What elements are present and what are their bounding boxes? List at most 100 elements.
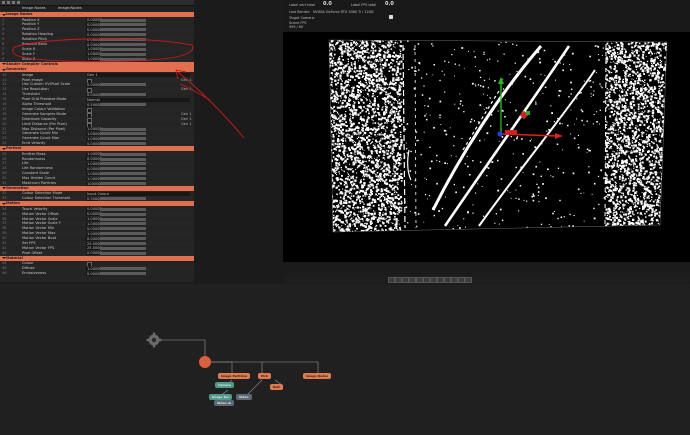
param-value-field[interactable]: 1.00000 [86, 221, 102, 226]
param-value-field[interactable]: 1.00000 [86, 161, 102, 166]
param-slider[interactable] [100, 246, 146, 250]
param-slider[interactable] [100, 227, 146, 231]
particle [368, 218, 370, 221]
particle [382, 83, 384, 85]
param-slider[interactable] [100, 177, 146, 181]
particle [373, 95, 375, 96]
param-value-field[interactable]: 1.00000 [86, 176, 102, 181]
section-header[interactable]: Material [0, 255, 194, 261]
particle [395, 60, 398, 63]
param-value-field[interactable]: 0.00000 [86, 207, 102, 212]
param-value-field[interactable]: 0.00000 [86, 166, 102, 171]
particle [378, 47, 380, 49]
particle [614, 151, 615, 153]
particle [642, 176, 645, 178]
particle [327, 70, 328, 71]
particle [332, 74, 333, 76]
chevron-down-icon[interactable] [1, 202, 6, 205]
param-slider[interactable] [100, 167, 146, 171]
particle [372, 78, 375, 81]
particle [653, 118, 656, 121]
particle [616, 111, 619, 114]
particle [362, 215, 364, 217]
particle [331, 160, 333, 162]
param-value-field[interactable]: 0.00000 [86, 226, 102, 231]
particle [636, 175, 638, 177]
param-value-field[interactable]: 1.00000 [86, 217, 102, 221]
particle [392, 140, 395, 143]
particle [348, 99, 350, 101]
particle [621, 109, 625, 112]
param-slider[interactable] [100, 182, 146, 185]
particle [357, 91, 360, 94]
particle [362, 89, 364, 91]
param-slider[interactable] [100, 237, 146, 241]
param-dropdown[interactable]: Input Colour [86, 191, 190, 196]
particle [398, 175, 401, 177]
particle [657, 176, 660, 180]
param-slider[interactable] [100, 232, 146, 236]
param-value-field[interactable]: 25.0000 [86, 241, 102, 246]
chevron-down-icon[interactable] [1, 187, 6, 190]
param-slider[interactable] [100, 217, 146, 221]
param-value-field[interactable]: 1.00000 [86, 266, 102, 271]
particle [644, 82, 646, 83]
param-row: 46 Emissiveness 0.00000 [0, 271, 194, 276]
param-value-field[interactable]: 1.00000 [86, 171, 102, 176]
particle [614, 156, 616, 159]
param-slider[interactable] [100, 251, 146, 255]
particle [381, 59, 384, 61]
particle [381, 228, 383, 230]
param-slider[interactable] [100, 162, 146, 166]
chevron-down-icon[interactable] [1, 257, 6, 260]
particle [387, 93, 390, 96]
particle [650, 181, 652, 183]
particle [631, 140, 633, 142]
particle [340, 87, 343, 90]
particle [614, 170, 617, 172]
param-value-field[interactable]: 100000 [86, 181, 101, 186]
particle [381, 145, 383, 147]
param-value-field[interactable]: 0.00000 [86, 212, 102, 217]
param-value-field[interactable]: 25.0000 [86, 246, 102, 251]
param-slider[interactable] [100, 267, 146, 271]
particle [664, 203, 667, 205]
particle [396, 143, 399, 146]
particle [328, 108, 329, 109]
param-slider[interactable] [100, 212, 146, 216]
particle [650, 86, 653, 89]
particle [389, 101, 391, 103]
param-slider[interactable] [100, 222, 146, 226]
particle [379, 161, 381, 162]
param-slider[interactable] [100, 172, 146, 176]
particle [634, 189, 635, 191]
particle [614, 176, 617, 179]
param-value-field[interactable]: 0.00000 [86, 251, 102, 256]
particle [370, 45, 372, 47]
param-value-field[interactable]: 0.50000 [86, 196, 102, 201]
particle [652, 200, 655, 203]
param-slider[interactable] [100, 197, 146, 201]
particle [640, 169, 641, 171]
section-title: Motion [6, 201, 21, 206]
particle [375, 169, 377, 171]
particle [378, 50, 381, 53]
particle [612, 89, 615, 91]
particle [621, 106, 624, 108]
param-value-field[interactable]: 1.00000 [86, 231, 102, 236]
particle [343, 96, 345, 98]
param-slider[interactable] [100, 242, 146, 245]
section-header[interactable]: Motion [0, 201, 194, 207]
param-slider[interactable] [100, 207, 146, 211]
section-header[interactable]: Generation [0, 185, 194, 191]
particle [607, 104, 609, 107]
param-value-field[interactable]: 0.00000 [86, 271, 102, 276]
param-value-field[interactable]: 0.00000 [86, 236, 102, 241]
particle [610, 229, 612, 231]
particle [350, 109, 353, 112]
particle [659, 171, 661, 173]
param-slider[interactable] [100, 272, 146, 275]
particle [661, 44, 664, 46]
particle [668, 92, 670, 94]
particle [633, 47, 635, 49]
